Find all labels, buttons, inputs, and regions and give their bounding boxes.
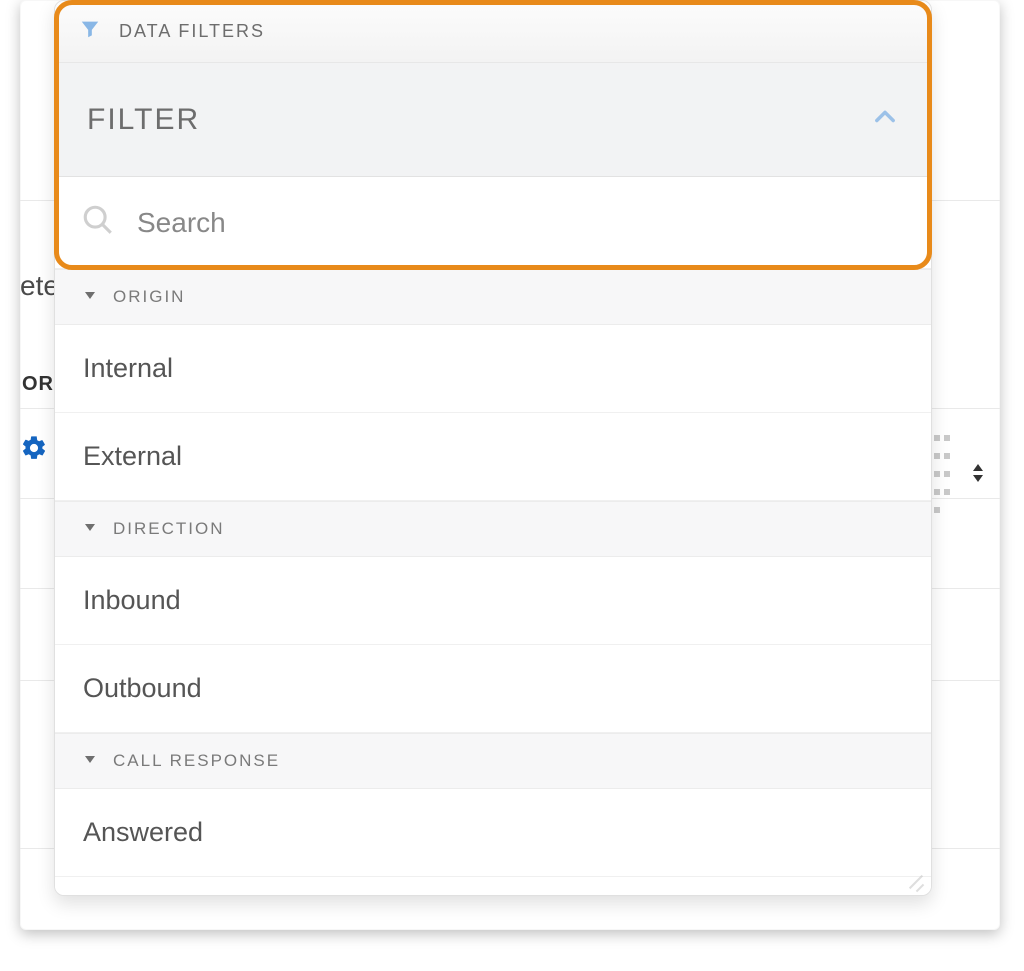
search-row: [55, 177, 931, 269]
data-filters-panel: DATA FILTERS FILTER ORIGIN: [54, 0, 932, 896]
option-label: Answered: [83, 817, 203, 848]
gear-icon[interactable]: [20, 434, 48, 467]
triangle-down-icon: [83, 752, 97, 771]
group-header-direction[interactable]: DIRECTION: [55, 501, 931, 557]
filter-section-header[interactable]: FILTER: [55, 63, 931, 177]
filter-section-title: FILTER: [87, 103, 200, 137]
filter-option-outbound[interactable]: Outbound: [55, 645, 931, 733]
drag-sort-handle[interactable]: [932, 430, 986, 520]
search-icon: [81, 203, 115, 242]
filter-option-internal[interactable]: Internal: [55, 325, 931, 413]
group-label: CALL RESPONSE: [113, 751, 280, 771]
option-label: Outbound: [83, 673, 202, 704]
option-label: Internal: [83, 353, 173, 384]
drag-dots-icon: [932, 430, 960, 520]
group-label: ORIGIN: [113, 287, 185, 307]
filter-option-answered[interactable]: Answered: [55, 789, 931, 877]
screenshot-card: ete OR DATA FILTERS: [20, 0, 1000, 930]
option-label: External: [83, 441, 182, 472]
group-header-call-response[interactable]: CALL RESPONSE: [55, 733, 931, 789]
bg-column-header: OR: [22, 373, 54, 396]
triangle-down-icon: [83, 520, 97, 539]
filter-option-external[interactable]: External: [55, 413, 931, 501]
group-header-origin[interactable]: ORIGIN: [55, 269, 931, 325]
filter-option-inbound[interactable]: Inbound: [55, 557, 931, 645]
filter-icon: [79, 18, 101, 45]
group-label: DIRECTION: [113, 519, 225, 539]
panel-title: DATA FILTERS: [119, 21, 265, 42]
triangle-down-icon: [83, 288, 97, 307]
resize-handle[interactable]: [903, 869, 923, 889]
search-input[interactable]: [137, 207, 905, 239]
chevron-up-icon: [871, 103, 899, 136]
option-label: Inbound: [83, 585, 181, 616]
panel-header: DATA FILTERS: [55, 1, 931, 63]
sort-arrows-icon: [970, 461, 986, 490]
